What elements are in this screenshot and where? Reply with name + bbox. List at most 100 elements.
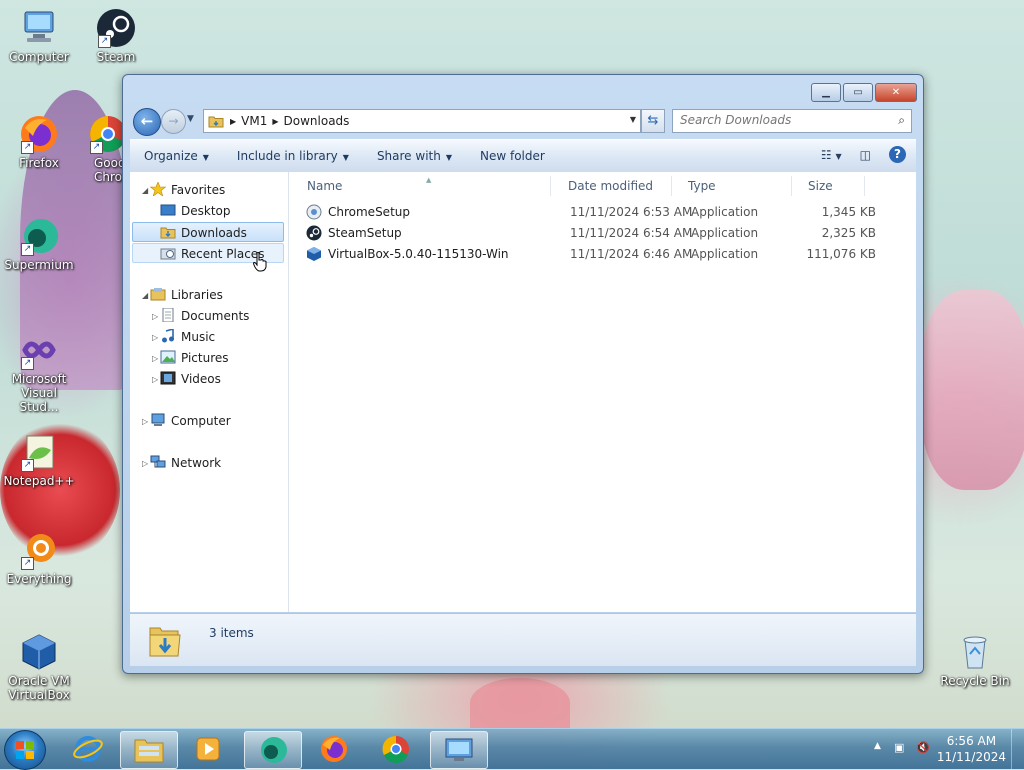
expand-arrow-icon[interactable]: ▷ [152, 354, 158, 363]
internet-explorer-icon [73, 736, 103, 762]
recent-places-icon [160, 246, 176, 260]
column-header-date[interactable]: Date modified [551, 176, 672, 196]
address-bar[interactable]: ▶ VM1 ▶ Downloads ▼ [203, 109, 641, 133]
explorer-window[interactable]: ▁ ▭ ✕ ← → ▼ ▶ VM1 ▶ Downloads ▼ ⇆ ⌕ Orga… [122, 74, 924, 674]
preview-pane-button[interactable]: ◫ [860, 148, 871, 162]
chrome-icon [382, 735, 409, 763]
nav-item-computer[interactable]: Computer [150, 411, 231, 431]
sort-ascending-icon: ▲ [426, 176, 432, 184]
show-desktop-button[interactable] [1011, 729, 1024, 769]
desktop-icon-label: Good Chro [94, 156, 122, 184]
recent-pages-button[interactable]: ▼ [187, 114, 194, 124]
table-row[interactable]: ChromeSetup 11/11/2024 6:53 AM Applicati… [304, 202, 904, 223]
view-list-icon: ☷ [820, 147, 832, 162]
include-in-library-button[interactable]: Include in library ▼ [223, 149, 363, 163]
show-hidden-icons-button[interactable]: ▲ [874, 741, 881, 751]
documents-label: Documents [181, 309, 250, 323]
search-box[interactable]: ⌕ [672, 109, 912, 133]
expand-arrow-icon[interactable]: ▷ [152, 312, 158, 321]
desktop-icon-steam[interactable]: ↗ Steam [79, 8, 153, 64]
breadcrumb-downloads[interactable]: Downloads [279, 114, 355, 128]
column-type-label: Type [688, 179, 716, 193]
nav-item-downloads[interactable]: Downloads [132, 222, 284, 242]
navigation-pane: ◢ Favorites Desktop Downloads Recent Pla… [130, 172, 289, 612]
chevron-down-icon: ▼ [445, 153, 452, 162]
desktop-icon-label: Microsoft Visual Stud... [11, 372, 67, 414]
nav-item-pictures[interactable]: Pictures [160, 348, 229, 368]
table-row[interactable]: VirtualBox-5.0.40-115130-Win 11/11/2024 … [304, 244, 904, 265]
file-size: 1,345 KB [821, 205, 876, 219]
volume-muted-icon[interactable]: 🔇 [916, 741, 930, 754]
column-header-size[interactable]: Size [791, 176, 865, 196]
desktop-icon-recycle-bin[interactable]: Recycle Bin [938, 632, 1012, 688]
nav-item-documents[interactable]: Documents [160, 306, 249, 326]
downloads-label: Downloads [181, 226, 247, 240]
window-controls: ▁ ▭ ✕ [811, 83, 917, 102]
desktop-icon-everything[interactable]: ↗ Everything [2, 530, 76, 586]
organize-button[interactable]: Organize ▼ [130, 149, 223, 163]
file-size: 111,076 KB [806, 247, 876, 261]
refresh-button[interactable]: ⇆ [641, 109, 665, 133]
desktop-icon-computer[interactable]: Computer [2, 8, 76, 64]
star-icon [149, 181, 167, 197]
nav-item-libraries[interactable]: Libraries [150, 285, 223, 305]
help-button[interactable]: ? [889, 146, 906, 163]
file-date: 11/11/2024 6:53 AM [570, 205, 693, 219]
expand-arrow-icon[interactable]: ▷ [152, 375, 158, 384]
close-button[interactable]: ✕ [875, 83, 917, 102]
desktop-icon-virtualbox[interactable]: Oracle VM VirtualBox [2, 632, 76, 702]
wallpaper-shape [920, 290, 1024, 490]
expand-arrow-icon[interactable]: ◢ [142, 291, 148, 300]
taskbar-remote-desktop[interactable] [430, 731, 488, 769]
share-with-button[interactable]: Share with ▼ [363, 149, 466, 163]
chrome-icon: ↗ [88, 114, 122, 154]
downloads-folder-icon [148, 622, 182, 658]
column-name-label: Name [307, 179, 343, 193]
desktop-icon-visual-studio[interactable]: ↗ Microsoft Visual Stud... [2, 330, 76, 414]
expand-arrow-icon[interactable]: ▷ [152, 333, 158, 342]
minimize-button[interactable]: ▁ [811, 83, 841, 102]
taskbar-media-player[interactable] [180, 731, 236, 767]
table-row[interactable]: SteamSetup 11/11/2024 6:54 AM Applicatio… [304, 223, 904, 244]
desktop-icon-chrome[interactable]: ↗ Good Chro [80, 114, 122, 184]
chevron-down-icon: ▼ [187, 114, 194, 124]
change-view-button[interactable]: ☷ ▼ [821, 148, 842, 162]
taskbar-firefox[interactable] [306, 731, 362, 767]
new-folder-button[interactable]: New folder [466, 149, 559, 163]
search-icon: ⌕ [898, 113, 905, 127]
desktop-icon-supermium[interactable]: ↗ Supermium [2, 216, 76, 272]
desktop-icon-label: Notepad++ [3, 474, 75, 488]
network-status-icon[interactable]: ▣ [894, 741, 904, 754]
firefox-icon: ↗ [19, 114, 59, 154]
desktop-icon-label: Everything [6, 572, 72, 586]
maximize-button[interactable]: ▭ [843, 83, 873, 102]
expand-arrow-icon[interactable]: ▷ [142, 417, 148, 426]
taskbar-chrome[interactable] [368, 731, 424, 767]
column-header-type[interactable]: Type [671, 176, 792, 196]
videos-icon [160, 371, 176, 385]
forward-button[interactable]: → [161, 109, 186, 134]
back-button[interactable]: ← [133, 108, 161, 136]
taskbar-internet-explorer[interactable] [60, 731, 116, 767]
taskbar-windows-explorer[interactable] [120, 731, 178, 769]
expand-arrow-icon[interactable]: ◢ [142, 186, 148, 195]
remote-desktop-icon [445, 738, 473, 761]
shortcut-arrow-icon: ↗ [90, 141, 103, 154]
nav-item-music[interactable]: Music [160, 327, 215, 347]
start-button[interactable] [4, 730, 46, 770]
nav-item-favorites[interactable]: Favorites [149, 180, 225, 200]
column-header-name[interactable]: Name ▲ [290, 176, 551, 196]
desktop-icon-firefox[interactable]: ↗ Firefox [2, 114, 76, 170]
system-clock[interactable]: 6:56 AM 11/11/2024 [937, 733, 1006, 765]
taskbar-supermium[interactable] [244, 731, 302, 769]
hand-cursor-icon [252, 252, 268, 272]
nav-item-desktop[interactable]: Desktop [160, 201, 231, 221]
breadcrumb-vm1[interactable]: VM1 [236, 114, 272, 128]
nav-item-network[interactable]: Network [150, 453, 221, 473]
search-input[interactable] [673, 110, 887, 130]
expand-arrow-icon[interactable]: ▷ [142, 459, 148, 468]
clock-time: 6:56 AM [946, 734, 997, 748]
address-dropdown-icon[interactable]: ▼ [630, 115, 636, 124]
nav-item-videos[interactable]: Videos [160, 369, 221, 389]
desktop-icon-notepad-plus-plus[interactable]: ↗ Notepad++ [2, 432, 76, 488]
